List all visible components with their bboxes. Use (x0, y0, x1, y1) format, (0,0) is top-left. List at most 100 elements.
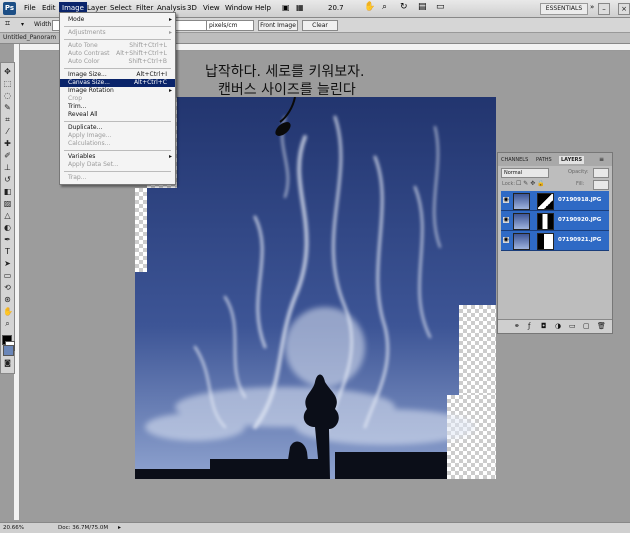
quick-mask-icon[interactable]: ◙ (3, 359, 12, 368)
blend-mode-select[interactable]: Normal (501, 168, 549, 178)
menu-item-variables[interactable]: Variables ▸ (60, 153, 175, 161)
menu-analysis[interactable]: Analysis (157, 4, 186, 12)
clone-stamp-tool-icon[interactable]: ⊥ (3, 163, 12, 172)
opacity-input[interactable] (593, 168, 609, 178)
tab-layers[interactable]: LAYERS (559, 156, 585, 164)
layer-row[interactable]: ◉ 07190920.JPG (501, 211, 609, 231)
menu-item-mode[interactable]: Mode ▸ (60, 16, 175, 24)
opacity-label: Opacity: (568, 169, 589, 175)
fill-input[interactable] (593, 180, 609, 190)
gradient-tool-icon[interactable]: ▨ (3, 199, 12, 208)
menu-edit[interactable]: Edit (42, 4, 56, 12)
zoom-tool-icon[interactable]: ⌕ (382, 2, 387, 12)
lasso-tool-icon[interactable]: ◌ (3, 91, 12, 100)
color-picker-swatch[interactable] (3, 345, 14, 356)
adjustment-layer-icon[interactable]: ◑ (555, 322, 561, 330)
pen-tool-icon[interactable]: ✒ (3, 235, 12, 244)
minibridge-icon[interactable]: ▦ (296, 3, 304, 12)
arrange-docs-icon[interactable]: ▤ (418, 2, 427, 12)
type-tool-icon[interactable]: T (3, 247, 12, 256)
visibility-eye-icon[interactable]: ◉ (503, 217, 509, 223)
menu-layer[interactable]: Layer (87, 4, 107, 12)
layer-mask-thumbnail[interactable] (537, 213, 554, 230)
link-layers-icon[interactable]: ⚭ (514, 322, 520, 330)
tab-channels[interactable]: CHANNELS (501, 156, 528, 164)
workspace-switcher[interactable]: ESSENTIALS (540, 3, 588, 15)
layer-row[interactable]: ◉ 07190921.JPG (501, 231, 609, 251)
resolution-units-select[interactable]: pixels/cm (206, 20, 254, 31)
bridge-icon[interactable]: ▣ (282, 3, 290, 12)
panel-menu-icon[interactable]: ≡ (599, 156, 604, 163)
marquee-tool-icon[interactable]: ⬚ (3, 79, 12, 88)
menu-window[interactable]: Window (225, 4, 253, 12)
tab-paths[interactable]: PATHS (536, 156, 552, 164)
visibility-eye-icon[interactable]: ◉ (503, 197, 509, 203)
eyedropper-tool-icon[interactable]: ⁄ (3, 127, 12, 136)
width-label: Width: (34, 21, 54, 28)
crop-tool-icon[interactable]: ⌗ (3, 115, 12, 124)
lock-icons[interactable]: ☐ ✎ ✥ 🔒 (516, 180, 545, 187)
menu-item-adjustments: Adjustments ▸ (68, 29, 172, 36)
path-select-tool-icon[interactable]: ➤ (3, 259, 12, 268)
menu-item-image-rotation[interactable]: Image Rotation ▸ (60, 87, 175, 95)
shape-tool-icon[interactable]: ▭ (3, 271, 12, 280)
menu-item-auto-contrast: Auto Contrast Alt+Shift+Ctrl+L (68, 50, 167, 57)
zoom-tool-icon[interactable]: ⌕ (3, 319, 12, 328)
crop-tool-icon[interactable]: ⌗ (5, 19, 10, 29)
3d-rotate-tool-icon[interactable]: ⟲ (3, 283, 12, 292)
visibility-eye-icon[interactable]: ◉ (503, 237, 509, 243)
brush-tool-icon[interactable]: ✐ (3, 151, 12, 160)
add-mask-icon[interactable]: ◘ (541, 322, 547, 330)
move-tool-icon[interactable]: ✥ (3, 67, 12, 76)
tool-preset-arrow-icon[interactable]: ▾ (21, 21, 24, 28)
menu-help[interactable]: Help (255, 4, 271, 12)
layer-mask-thumbnail[interactable] (537, 193, 554, 210)
layers-panel: CHANNELS PATHS LAYERS ≡ Normal Opacity: … (497, 152, 613, 334)
menu-3d[interactable]: 3D (187, 4, 197, 12)
menu-filter[interactable]: Filter (136, 4, 153, 12)
menu-item-crop: Crop (68, 95, 83, 102)
resolution-input[interactable] (175, 20, 207, 31)
quick-select-tool-icon[interactable]: ✎ (3, 103, 12, 112)
clear-button[interactable]: Clear (302, 20, 338, 31)
status-zoom[interactable]: 20.66% (3, 525, 24, 531)
status-arrow-icon[interactable]: ▸ (118, 524, 121, 531)
menu-item-image-size[interactable]: Image Size... Alt+Ctrl+I (60, 71, 175, 79)
layer-name: 07190918.JPG (558, 197, 602, 203)
new-group-icon[interactable]: ▭ (569, 322, 576, 330)
menu-view[interactable]: View (203, 4, 220, 12)
menu-item-apply-image: Apply Image... (68, 132, 112, 139)
menu-select[interactable]: Select (110, 4, 132, 12)
hand-tool-icon[interactable]: ✋ (364, 2, 375, 12)
rotate-view-icon[interactable]: ↻ (400, 2, 408, 12)
healing-brush-tool-icon[interactable]: ✚ (3, 139, 12, 148)
workspace-arrow-icon[interactable]: » (590, 3, 594, 11)
zoom-level[interactable]: 20.7 (328, 4, 344, 12)
menu-item-reveal-all[interactable]: Reveal All (60, 111, 175, 119)
eraser-tool-icon[interactable]: ◧ (3, 187, 12, 196)
dodge-tool-icon[interactable]: ◐ (3, 223, 12, 232)
layer-thumbnail (513, 193, 530, 210)
3d-orbit-tool-icon[interactable]: ⊛ (3, 295, 12, 304)
delete-layer-icon[interactable]: 🗑 (597, 322, 606, 330)
layer-style-icon[interactable]: ƒ (528, 322, 530, 330)
menu-file[interactable]: File (24, 4, 36, 12)
blur-tool-icon[interactable]: △ (3, 211, 12, 220)
menu-item-duplicate[interactable]: Duplicate... (60, 124, 175, 132)
document-tab[interactable]: Untitled_Panoram (3, 34, 56, 41)
history-brush-tool-icon[interactable]: ↺ (3, 175, 12, 184)
close-icon[interactable]: × (618, 3, 630, 15)
status-doc-size: Doc: 36.7M/75.0M (58, 525, 109, 531)
menu-item-canvas-size[interactable]: Canvas Size... Alt+Ctrl+C (60, 79, 175, 87)
layer-row[interactable]: ◉ 07190918.JPG (501, 191, 609, 211)
minimize-icon[interactable]: – (598, 3, 610, 15)
layer-mask-thumbnail[interactable] (537, 233, 554, 250)
lock-label: Lock: (502, 181, 516, 187)
hand-tool-icon[interactable]: ✋ (3, 307, 13, 316)
new-layer-icon[interactable]: ▢ (583, 322, 590, 330)
layer-name: 07190921.JPG (558, 237, 602, 243)
menu-item-trap: Trap... (68, 174, 87, 181)
menu-item-trim[interactable]: Trim... (60, 103, 175, 111)
screen-mode-icon[interactable]: ▭ (436, 2, 445, 12)
front-image-button[interactable]: Front Image (258, 20, 298, 31)
